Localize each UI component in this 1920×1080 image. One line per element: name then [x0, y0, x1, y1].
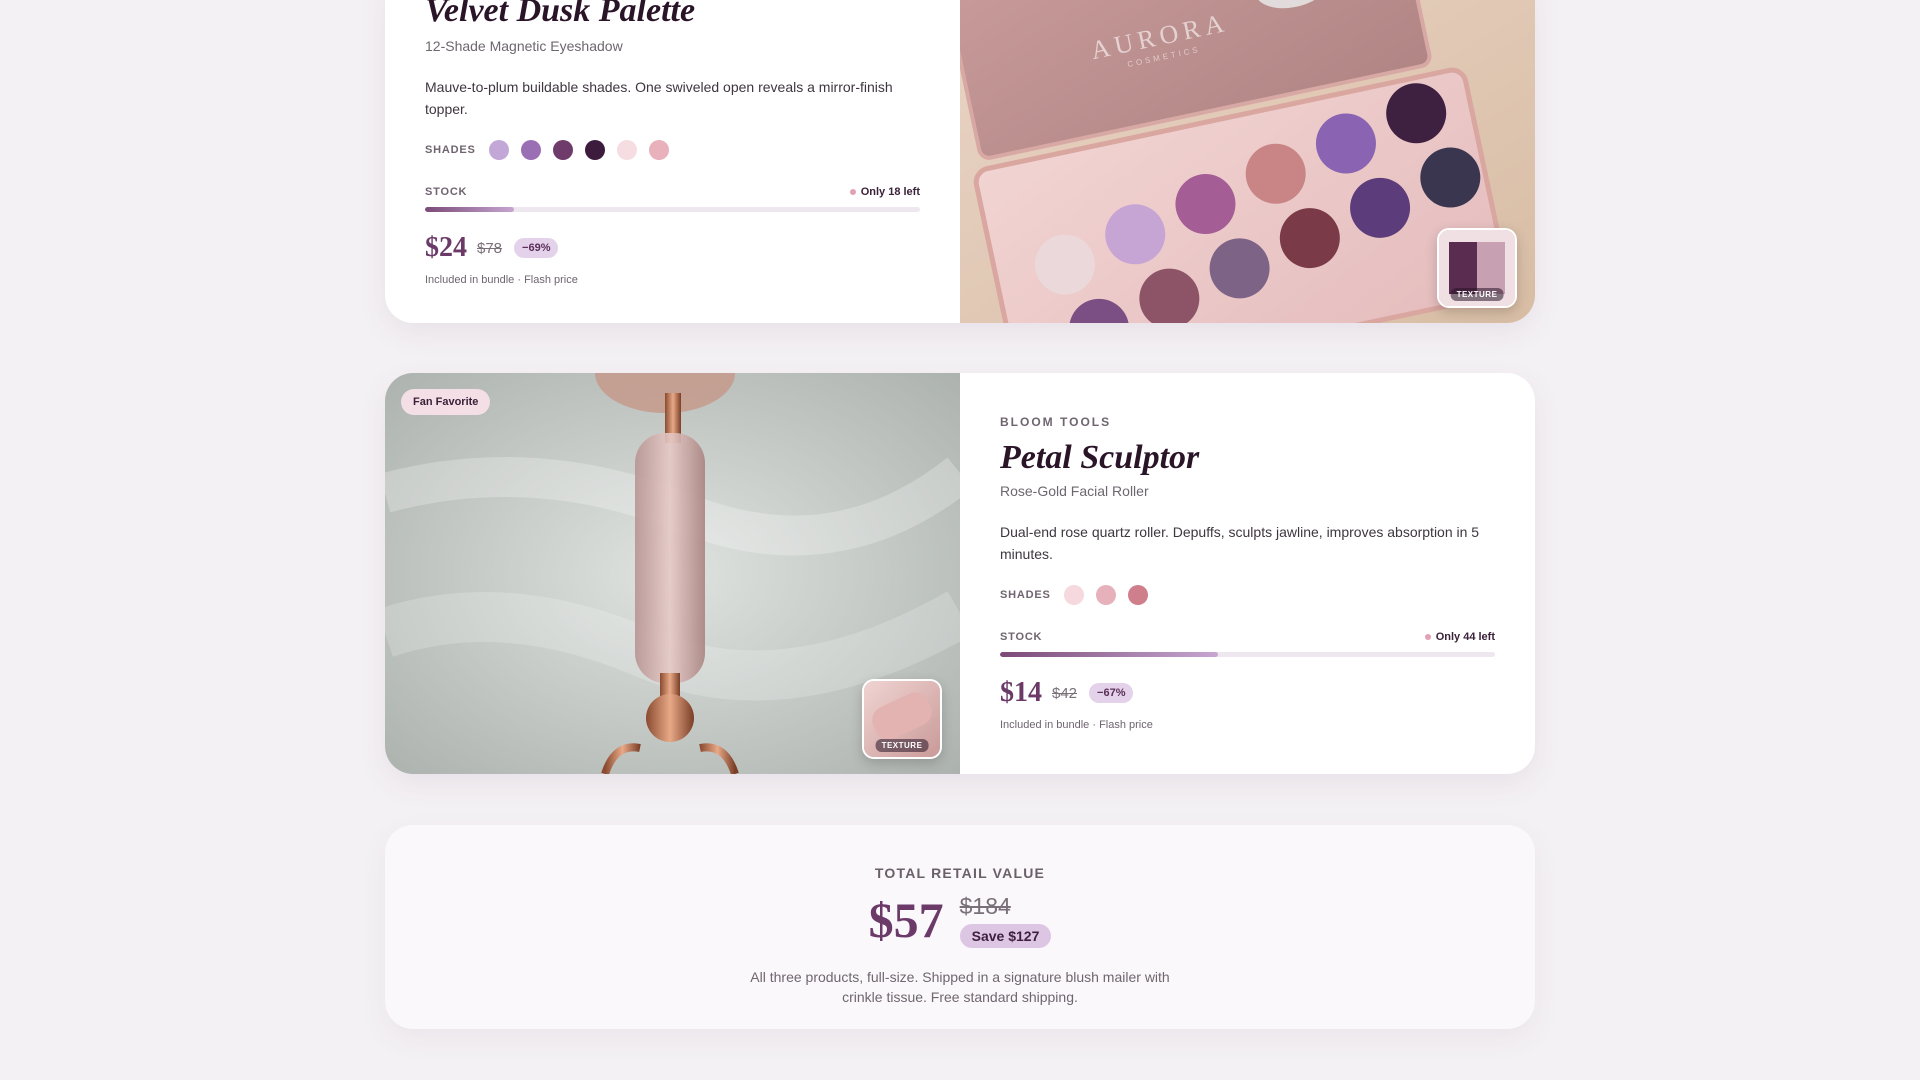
price-row: $24 $78 −69%	[425, 232, 920, 264]
shades-label: SHADES	[1000, 589, 1051, 601]
stock-indicator-dot	[849, 189, 856, 195]
shade-selector: SHADES	[1000, 585, 1495, 605]
fan-favorite-badge: Fan Favorite	[401, 389, 491, 415]
original-price: $78	[477, 239, 503, 257]
summary-price-details: $184 Save $127	[959, 892, 1052, 948]
texture-thumbnail[interactable]: TEXTURE	[1437, 228, 1517, 308]
bundle-description: All three products, full-size. Shipped i…	[750, 969, 1170, 1005]
stock-bar-fill	[1000, 652, 1218, 657]
discount-badge: −69%	[514, 238, 559, 258]
original-price: $42	[1052, 684, 1078, 702]
bundle-summary: TOTAL RETAIL VALUE $57 $184 Save $127 Al…	[385, 825, 1535, 1029]
product-title: Velvet Dusk Palette	[425, 0, 696, 29]
product-brand: BLOOM TOOLS	[1000, 415, 1112, 429]
shade-selector: SHADES	[425, 140, 920, 160]
discount-badge: −67%	[1089, 683, 1134, 703]
current-price: $24	[425, 232, 467, 263]
stock-bar	[425, 207, 920, 212]
price-row: $14 $42 −67%	[1000, 677, 1495, 709]
product-subtitle: 12-Shade Magnetic Eyeshadow	[425, 38, 623, 54]
stock-remaining: Only 18 left	[849, 186, 920, 198]
product-title: Petal Sculptor	[1000, 439, 1200, 476]
shade-swatch[interactable]	[1064, 585, 1084, 605]
product-image-roller: Fan Favorite TEXTURE	[385, 373, 960, 774]
summary-price-row: $57 $184 Save $127	[385, 891, 1535, 949]
stock-indicator-dot	[1424, 634, 1431, 640]
stock-label: STOCK	[1000, 631, 1043, 643]
stock-remaining-text: Only 18 left	[860, 186, 920, 198]
stock-row: STOCK Only 44 left	[1000, 631, 1495, 643]
stock-remaining: Only 44 left	[1424, 631, 1495, 643]
product-card-palette: Velvet Dusk Palette 12-Shade Magnetic Ey…	[385, 0, 1535, 323]
shade-swatch[interactable]	[1096, 585, 1116, 605]
product-info: BLOOM TOOLS Petal Sculptor Rose-Gold Fac…	[960, 373, 1535, 774]
product-info: Velvet Dusk Palette 12-Shade Magnetic Ey…	[385, 0, 960, 323]
product-subtitle: Rose-Gold Facial Roller	[1000, 483, 1149, 499]
texture-thumbnail[interactable]: TEXTURE	[862, 679, 942, 759]
texture-label: TEXTURE	[1450, 288, 1504, 301]
texture-label: TEXTURE	[875, 739, 929, 752]
shade-swatch[interactable]	[553, 140, 573, 160]
savings-badge: Save $127	[959, 923, 1052, 948]
shade-swatch[interactable]	[585, 140, 605, 160]
product-image-palette: AURORA COSMETICS TEXTURE	[960, 0, 1535, 323]
price-note: Included in bundle · Flash price	[425, 274, 578, 286]
texture-swatch-light	[1477, 242, 1505, 294]
texture-swatch-dark	[1449, 242, 1477, 294]
stock-row: STOCK Only 18 left	[425, 186, 920, 198]
shade-swatch[interactable]	[649, 140, 669, 160]
stock-label: STOCK	[425, 186, 468, 198]
product-card-roller: Fan Favorite TEXTURE BLOOM TOOLS Petal S…	[385, 373, 1535, 774]
shade-swatch[interactable]	[1128, 585, 1148, 605]
current-price: $14	[1000, 677, 1042, 708]
price-note: Included in bundle · Flash price	[1000, 719, 1153, 731]
shade-swatch[interactable]	[489, 140, 509, 160]
product-description: Mauve-to-plum buildable shades. One swiv…	[425, 79, 893, 117]
shade-swatch[interactable]	[521, 140, 541, 160]
stock-remaining-text: Only 44 left	[1435, 631, 1495, 643]
bundle-original-price: $184	[959, 892, 1011, 919]
shades-label: SHADES	[425, 144, 476, 156]
stock-bar	[1000, 652, 1495, 657]
stock-bar-fill	[425, 207, 515, 212]
shade-swatch[interactable]	[617, 140, 637, 160]
total-retail-label: TOTAL RETAIL VALUE	[874, 865, 1046, 881]
bundle-price: $57	[868, 892, 944, 948]
product-description: Dual-end rose quartz roller. Depuffs, sc…	[1000, 524, 1480, 562]
